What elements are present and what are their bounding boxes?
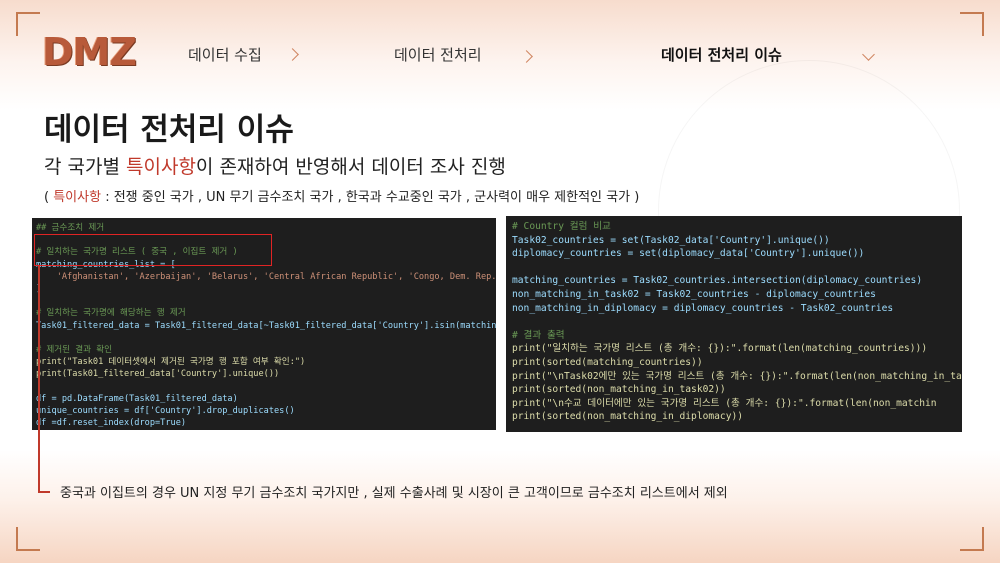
code-line: print("\nTask02에만 있는 국가명 리스트 (총 개수: {}):… [512,370,962,382]
code-line: df = pd.DataFrame(Task01_filtered_data) [36,393,238,404]
subtitle: 각 국가별 특이사항이 존재하여 반영해서 데이터 조사 진행 [44,152,506,179]
code-line: Task02_countries = set(Task02_data['Coun… [512,234,830,246]
code-line: print(sorted(matching_countries)) [512,356,703,368]
chevron-right-icon [286,48,299,61]
code-line: Task01_filtered_data = Task01_filtered_d… [36,320,496,331]
code-line: # Country 컬럼 비교 [512,221,611,232]
corner-bottom-left [16,527,40,551]
nav-item-data-collection[interactable]: 데이터 수집 [188,44,262,65]
code-line: print("\n수교 데이터에만 있는 국가명 리스트 (총 개수: {}):… [512,397,937,409]
code-line: non_matching_in_diplomacy = diplomacy_co… [512,302,894,314]
code-line: matching_countries = Task02_countries.in… [512,275,923,287]
highlight-box [34,234,272,266]
note-open: ( [44,190,54,205]
code-screenshot-right: # Country 컬럼 비교 Task02_countries = set(Ta… [506,216,962,432]
code-line: print(sorted(non_matching_in_diplomacy)) [512,411,744,423]
code-line: # 일치하는 국가명에 해당하는 행 제거 [36,308,186,319]
code-line: unique_countries = df['Country'].drop_du… [36,405,295,416]
note-highlight: 특이사항 [53,190,102,205]
subtitle-text-rest: 이 존재하여 반영해서 데이터 조사 진행 [195,156,506,178]
code-line: print(Task01_filtered_data['Country'].un… [36,369,280,380]
note-text: : 전쟁 중인 국가 , UN 무기 금수조치 국가 , 한국과 수교중인 국가… [101,190,640,205]
subtitle-text: 각 국가별 [44,156,126,178]
code-line: print(sorted(non_matching_in_task02)) [512,384,726,396]
corner-top-left [16,12,40,36]
corner-top-right [960,12,984,36]
chevron-right-icon [520,50,533,63]
code-line: diplomacy_countries = set(diplomacy_data… [512,248,865,260]
code-line: print("일치하는 국가명 리스트 (총 개수: {}):".format(… [512,343,928,355]
code-line: non_matching_in_task02 = Task02_countrie… [512,288,876,300]
subtitle-highlight: 특이사항 [126,156,196,178]
connector-line-horizontal [38,491,50,493]
code-line: df =df.reset_index(drop=True) [36,418,187,428]
nav-item-preprocessing-issues[interactable]: 데이터 전처리 이슈 [661,44,782,65]
connector-line [38,266,40,492]
footnote: 중국과 이집트의 경우 UN 지정 무기 금수조치 국가지만 , 실제 수출사례… [60,486,728,501]
corner-bottom-right [960,527,984,551]
page-title: 데이터 전처리 이슈 [44,112,294,148]
note: ( 특이사항 : 전쟁 중인 국가 , UN 무기 금수조치 국가 , 한국과 … [44,186,639,205]
logo: DMZ [42,30,137,74]
code-line: # 제거된 결과 확인 [36,344,113,355]
code-line: ## 금수조치 제거 [36,223,105,233]
code-line: ] [36,283,492,295]
nav-item-preprocessing[interactable]: 데이터 전처리 [394,44,482,65]
code-line: 'Afghanistan', 'Azerbaijan', 'Belarus', … [36,271,496,282]
chevron-down-icon[interactable] [862,48,875,61]
code-line: # 결과 출력 [512,329,565,341]
code-line: print("Task01 데이터셋에서 제거된 국가명 행 포함 여부 확인:… [36,357,306,368]
